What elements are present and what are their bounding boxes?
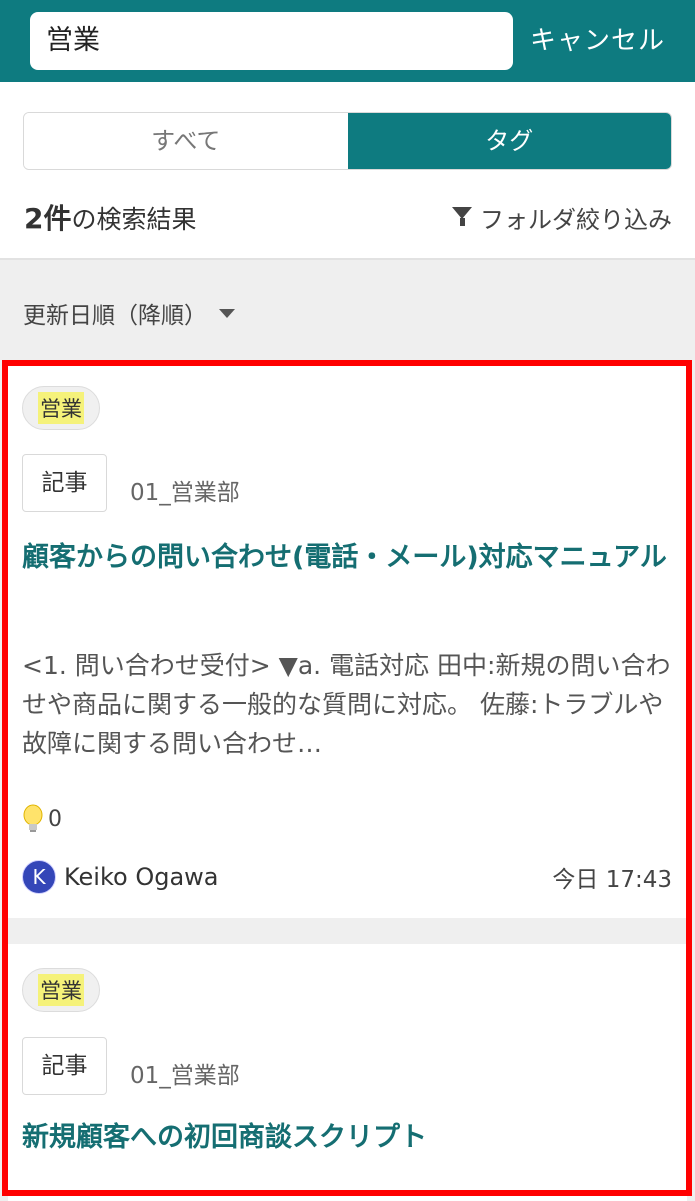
search-input[interactable]: 営業 <box>30 12 513 70</box>
tag-label: 営業 <box>38 392 84 424</box>
tag-label: 営業 <box>38 974 84 1006</box>
result-card[interactable]: 営業 記事 01_営業部 新規顧客への初回商談スクリプト <box>8 944 687 1201</box>
sort-label: 更新日順（降順） <box>23 303 207 329</box>
article-title[interactable]: 新規顧客への初回商談スクリプト <box>22 1114 672 1162</box>
tab-all[interactable]: すべて <box>24 113 348 169</box>
result-count-suffix: の検索結果 <box>71 205 197 234</box>
lightbulb-icon <box>23 804 43 832</box>
chevron-down-icon <box>219 308 235 318</box>
result-count-number: 2件 <box>24 202 72 235</box>
tab-tag[interactable]: タグ <box>347 113 671 169</box>
sort-dropdown[interactable]: 更新日順（降順） <box>23 296 235 330</box>
cancel-button[interactable]: キャンセル <box>530 12 665 70</box>
result-card[interactable]: 営業 記事 01_営業部 顧客からの問い合わせ(電話・メール)対応マニュアル <… <box>8 366 687 918</box>
search-scope-toggle: すべて タグ <box>23 112 672 170</box>
folder-name: 01_営業部 <box>130 1063 240 1089</box>
article-title[interactable]: 顧客からの問い合わせ(電話・メール)対応マニュアル <box>22 534 672 582</box>
author[interactable]: K Keiko Ogawa <box>22 860 219 894</box>
author-row: K Keiko Ogawa 今日 17:43 <box>22 860 672 894</box>
result-summary-row: 2件の検索結果 フォルダ絞り込み <box>24 194 672 240</box>
folder-filter-label: フォルダ絞り込み <box>480 205 672 234</box>
type-badge: 記事 <box>22 1037 107 1095</box>
filter-icon <box>452 206 472 226</box>
result-count: 2件の検索結果 <box>24 197 197 237</box>
avatar: K <box>22 860 56 894</box>
likes[interactable]: 0 <box>22 804 62 834</box>
folder-filter-button[interactable]: フォルダ絞り込み <box>452 200 672 235</box>
folder-name: 01_営業部 <box>130 480 240 506</box>
sort-bar: 更新日順（降順） <box>0 260 695 360</box>
tag-chip[interactable]: 営業 <box>22 386 100 430</box>
likes-count: 0 <box>48 806 62 832</box>
article-excerpt: <1. 問い合わせ受付> ▼a. 電話対応 田中:新規の問い合わせや商品に関する… <box>22 651 671 758</box>
type-badge: 記事 <box>22 454 107 512</box>
updated-date: 今日 17:43 <box>552 867 672 893</box>
author-name: Keiko Ogawa <box>64 863 219 891</box>
top-bar: 営業 キャンセル <box>0 0 695 82</box>
tag-chip[interactable]: 営業 <box>22 968 100 1012</box>
